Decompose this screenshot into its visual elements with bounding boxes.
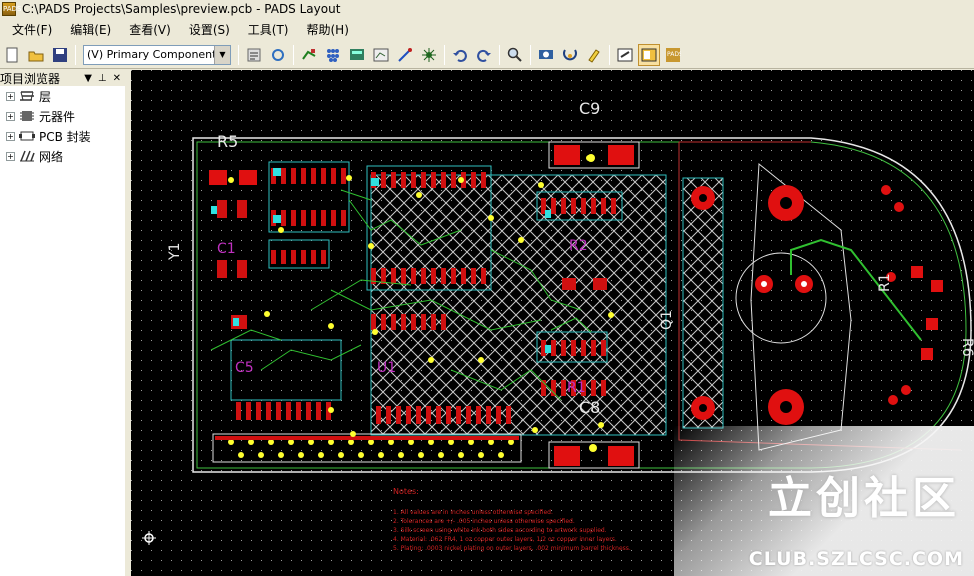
toolbar-separator: [530, 44, 531, 65]
refdes-u1: U1: [377, 360, 396, 376]
header-pads-bar: [215, 436, 519, 440]
svg-text:PADS: PADS: [667, 51, 681, 58]
toolbar-separator: [444, 44, 445, 65]
notes-title: Notes:: [393, 487, 419, 496]
note-5: 5. Plating: .0003 nickel plating on oute…: [393, 545, 631, 552]
net-icon: [20, 150, 35, 162]
menu-setup[interactable]: 设置(S): [177, 21, 236, 38]
decal-icon: [19, 131, 35, 141]
tree-item-label: PCB 封装: [39, 129, 91, 144]
new-icon[interactable]: [1, 44, 23, 66]
dropdown-icon[interactable]: ▼: [84, 73, 92, 84]
menu-tools[interactable]: 工具(T): [236, 21, 295, 38]
highlight-icon[interactable]: [583, 44, 605, 66]
project-browser-header: 项目浏览器 ▼ ⊥ ✕: [0, 70, 125, 86]
menu-help[interactable]: 帮助(H): [295, 21, 355, 38]
output-icon[interactable]: [638, 43, 660, 66]
redo-icon[interactable]: [473, 44, 495, 66]
view-icon[interactable]: [535, 44, 557, 66]
layers-icon: [20, 91, 34, 101]
refdes-q1: Q1: [659, 310, 675, 330]
watermark-url: CLUB.SZLCSC.COM: [748, 548, 964, 570]
main-toolbar: (V) Primary Component S ▼ PADS: [0, 41, 974, 69]
open-icon[interactable]: [25, 44, 47, 66]
properties-icon[interactable]: [243, 44, 265, 66]
layer-select-value: (V) Primary Component S: [87, 48, 227, 61]
title-bar: PADS C:\PADS Projects\Samples\preview.pc…: [0, 0, 974, 17]
watermark-text: 立创社区: [768, 473, 960, 524]
refdes-c1: C1: [217, 241, 236, 257]
zoom-icon[interactable]: [504, 44, 526, 66]
menu-view[interactable]: 查看(V): [117, 21, 177, 38]
tree-item-components[interactable]: + 元器件: [0, 106, 125, 126]
expand-icon[interactable]: +: [6, 111, 15, 121]
window-title: C:\PADS Projects\Samples\preview.pcb - P…: [22, 1, 341, 16]
menu-bar: 文件(F) 编辑(E) 查看(V) 设置(S) 工具(T) 帮助(H): [0, 18, 974, 40]
refdes-r2: R2: [569, 238, 588, 254]
refdes-r6: R6: [959, 338, 974, 357]
close-icon[interactable]: ✕: [113, 73, 121, 84]
menu-edit[interactable]: 编辑(E): [58, 21, 117, 38]
project-browser-title: 项目浏览器: [0, 71, 61, 86]
save-icon[interactable]: [49, 44, 71, 66]
toolbar-separator: [609, 44, 610, 65]
toolbar-separator: [75, 44, 76, 65]
expand-icon[interactable]: +: [6, 91, 15, 101]
layer-select[interactable]: (V) Primary Component S ▼: [83, 44, 231, 65]
note-1: 1. All values are in inches unless other…: [393, 509, 553, 516]
session-icon[interactable]: [614, 44, 636, 66]
pcb-canvas[interactable]: C9 R5 Y1 R1 Q1 C8 R6 C1 R2 R1 C5 U1 Note…: [131, 70, 974, 576]
flyover-icon[interactable]: [418, 44, 440, 66]
pour-strip: [682, 177, 724, 429]
refdes-y1: Y1: [167, 243, 183, 261]
expand-icon[interactable]: +: [6, 131, 15, 141]
pads-icon[interactable]: PADS: [662, 44, 684, 66]
drafting-icon[interactable]: [346, 44, 368, 66]
project-browser-panel: 项目浏览器 ▼ ⊥ ✕ + 层 + 元器件 + PCB 封装 + 网络: [0, 70, 128, 576]
menu-file[interactable]: 文件(F): [0, 21, 58, 38]
refdes-c9: C9: [579, 99, 600, 118]
refdes-r5: R5: [217, 132, 238, 151]
tree-item-nets[interactable]: + 网络: [0, 146, 125, 166]
toolbar-separator: [293, 44, 294, 65]
pads-app-icon: PADS: [2, 1, 21, 16]
note-2: 2. Tolerances are +/- .005 inches unless…: [393, 518, 575, 525]
undo-icon[interactable]: [449, 44, 471, 66]
note-4: 4. Material: .062 FR4, 1 oz copper outer…: [393, 536, 617, 543]
tree-item-label: 层: [39, 89, 52, 104]
component-icon[interactable]: [322, 44, 344, 66]
ecn-icon[interactable]: [394, 44, 416, 66]
expand-icon[interactable]: +: [6, 151, 15, 161]
tree-item-label: 元器件: [39, 109, 76, 124]
chevron-down-icon[interactable]: ▼: [214, 45, 230, 64]
design-icon[interactable]: [370, 44, 392, 66]
refdes-r1: R1: [567, 380, 586, 396]
refdes-c8: C8: [579, 398, 600, 417]
note-3: 3. Silk screen using white ink both side…: [393, 527, 607, 534]
pour-icon[interactable]: [559, 44, 581, 66]
component-icon: [20, 111, 34, 121]
route-icon[interactable]: [298, 44, 320, 66]
tree-item-decals[interactable]: + PCB 封装: [0, 126, 125, 146]
pin-icon[interactable]: ⊥: [98, 73, 107, 84]
toolbar-separator: [238, 44, 239, 65]
refdes-c5: C5: [235, 360, 254, 376]
toolbar-separator: [499, 44, 500, 65]
refdes-r1-right: R1: [877, 273, 893, 292]
tree-item-label: 网络: [39, 149, 64, 164]
refresh-icon[interactable]: [267, 44, 289, 66]
tree-item-layers[interactable]: + 层: [0, 86, 125, 106]
